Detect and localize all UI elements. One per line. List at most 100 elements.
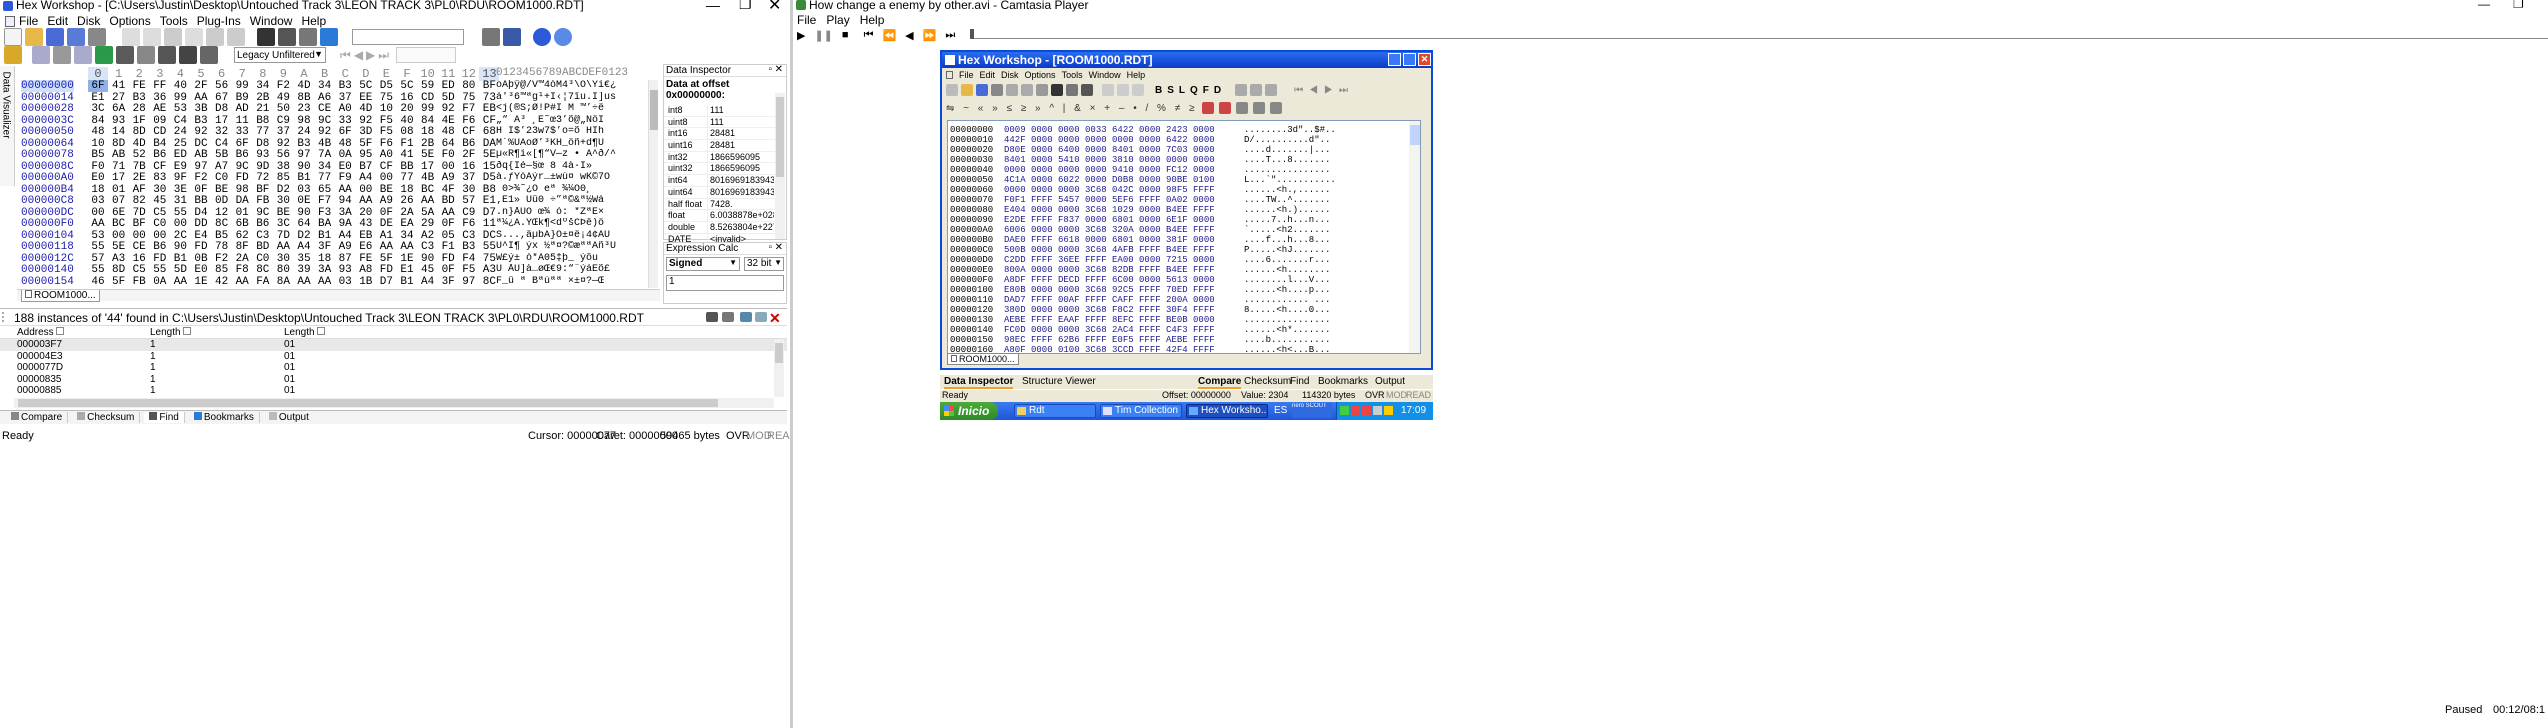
hex-byte[interactable]: 5C <box>356 80 376 92</box>
inner-menu-tools[interactable]: Tools <box>1062 70 1083 80</box>
inner-tool-icon[interactable] <box>976 84 988 96</box>
hex-byte[interactable]: 71 <box>109 161 129 173</box>
inspector-row[interactable]: double 8.5263804e+227 <box>664 221 776 234</box>
hex-byte[interactable]: D7 <box>376 276 396 288</box>
hex-byte[interactable]: A4 <box>294 241 314 253</box>
inspector-scrollbar[interactable] <box>775 93 785 239</box>
hex-byte[interactable]: 5F <box>376 253 396 265</box>
hex-byte[interactable]: CE <box>129 241 149 253</box>
hex-byte[interactable]: 3B <box>191 103 211 115</box>
hex-byte[interactable]: 00 <box>170 218 190 230</box>
tab-bookmarks[interactable]: Bookmarks <box>189 412 260 423</box>
hex-row-ascii[interactable]: U ÅU]à…øŒ€9:“¨ýáEõ£ <box>496 264 646 275</box>
player-minimize-button[interactable]: — <box>2478 0 2490 11</box>
hex-byte[interactable]: DA <box>232 195 252 207</box>
inner-hex-editor[interactable]: 00000000 0009 0000 0000 0033 6422 0000 24… <box>947 120 1421 354</box>
hex-row-ascii[interactable]: M´%ÜÄoØ’³KH_öñ+d¶Ú <box>496 138 646 149</box>
inner-tool-icon[interactable] <box>1117 84 1129 96</box>
tab-find[interactable]: Find <box>144 412 185 423</box>
player-maximize-button[interactable]: ❐ <box>2513 0 2524 11</box>
inner-hex-row[interactable]: 00000050 4C1A 0000 6022 0000 D0B8 0000 90… <box>948 175 1420 185</box>
inner-tool-icon[interactable] <box>1250 84 1263 96</box>
hex-byte[interactable]: BE <box>376 184 396 196</box>
hex-byte[interactable]: 6F <box>232 138 252 150</box>
inner-hex-row[interactable]: 00000010 442F 0000 0000 0000 0000 0000 64… <box>948 135 1420 145</box>
hex-row-ascii[interactable]: à.ƒŸòÀýr…±wù¤ wK©7Õ <box>496 172 646 183</box>
hex-byte[interactable]: B1 <box>170 253 190 265</box>
hex-byte[interactable]: 26 <box>397 195 417 207</box>
hex-byte[interactable]: F5 <box>376 126 396 138</box>
hex-byte[interactable]: 30 <box>273 253 293 265</box>
hex-byte[interactable]: 4D <box>294 80 314 92</box>
hex-byte[interactable]: C3 <box>459 230 479 242</box>
op-icon-1[interactable] <box>32 46 50 64</box>
save-all-icon[interactable] <box>67 28 85 46</box>
hex-byte[interactable]: 2F <box>191 80 211 92</box>
inner-hex-row[interactable]: 00000000 0009 0000 0000 0033 6422 0000 24… <box>948 125 1420 135</box>
stop-icon[interactable]: ■ <box>842 29 849 41</box>
hex-byte[interactable]: 90 <box>294 207 314 219</box>
inner-hex-row[interactable]: 00000150 98EC FFFF 62B6 FFFF E0F5 FFFF AE… <box>948 335 1420 345</box>
hex-byte[interactable]: AA <box>356 195 376 207</box>
inner-tool-icon[interactable] <box>946 84 958 96</box>
hex-byte[interactable]: 3C <box>88 103 108 115</box>
calc-input[interactable]: 1 <box>666 275 784 291</box>
hex-byte[interactable]: 5E <box>109 241 129 253</box>
hex-byte[interactable]: 4B <box>315 138 335 150</box>
hex-byte[interactable]: 98 <box>232 184 252 196</box>
inner-hex-row[interactable]: 00000040 0000 0000 0000 0000 9410 0000 FC… <box>948 165 1420 175</box>
hex-byte[interactable]: CF <box>376 161 396 173</box>
results-row[interactable]: 0000077D 1 01 <box>0 362 787 374</box>
inner-op-icons[interactable]: ⇋ ~ « » ≤ ≥ » ^ | & × + – • / % ≠ ≥ <box>946 103 1197 114</box>
hex-byte[interactable]: B3 <box>459 241 479 253</box>
inspector-row[interactable]: uint648016969183943... <box>664 186 776 199</box>
inspector-row[interactable]: uint32 1866596095 <box>664 163 776 176</box>
hex-row-ascii[interactable]: á'³6™ªg¹+I‹¦7îu.Í]us <box>496 92 646 103</box>
inner-tab-structure-viewer[interactable]: Structure Viewer <box>1022 376 1096 387</box>
hex-byte[interactable]: 92 <box>191 126 211 138</box>
inner-hex-row[interactable]: 000000E0 800A 0000 0000 3C68 82DB FFFF B4… <box>948 265 1420 275</box>
inner-hex-row[interactable]: 000000B0 DAE0 FFFF 6618 0000 6801 0000 38… <box>948 235 1420 245</box>
inner-nav-icons[interactable]: ⏮◀▶⏭ <box>1294 85 1354 96</box>
hex-byte[interactable]: 33 <box>232 126 252 138</box>
hex-byte[interactable]: 92 <box>273 138 293 150</box>
hex-row-ascii[interactable]: ¯0>¾˜¿Ò eª ¾¼O0¸ <box>496 184 646 195</box>
hex-byte[interactable]: 24 <box>170 126 190 138</box>
hex-byte[interactable]: 4D <box>356 103 376 115</box>
hex-byte[interactable]: 46 <box>88 276 108 288</box>
hex-byte[interactable]: 24 <box>294 126 314 138</box>
hex-byte[interactable]: AA <box>191 92 211 104</box>
hex-byte[interactable]: 4F <box>438 184 458 196</box>
hex-byte[interactable]: 3E <box>170 184 190 196</box>
hex-byte[interactable]: FB <box>253 195 273 207</box>
hex-byte[interactable]: 77 <box>253 126 273 138</box>
hex-byte[interactable]: DD <box>191 218 211 230</box>
hex-byte[interactable]: 48 <box>88 126 108 138</box>
hex-byte[interactable]: 49 <box>273 92 293 104</box>
hex-byte[interactable]: 25 <box>170 138 190 150</box>
hex-byte[interactable]: 27 <box>109 92 129 104</box>
nav-next-icon[interactable]: ▶ <box>366 48 375 62</box>
hex-byte[interactable]: 00 <box>88 207 108 219</box>
hex-byte[interactable]: BE <box>212 184 232 196</box>
hex-byte[interactable]: 11 <box>232 115 252 127</box>
hex-byte[interactable]: 77 <box>315 172 335 184</box>
hex-byte[interactable]: E0 <box>191 264 211 276</box>
inner-tool-icon[interactable] <box>1081 84 1093 96</box>
hex-byte[interactable]: BB <box>191 195 211 207</box>
hex-byte[interactable]: 5E <box>418 149 438 161</box>
inner-minimize-button[interactable] <box>1388 53 1401 66</box>
pin-icon[interactable]: ▫ <box>768 64 772 75</box>
hex-byte[interactable]: 12 <box>212 207 232 219</box>
hex-byte[interactable]: 37 <box>459 172 479 184</box>
hex-byte[interactable]: 00 <box>109 230 129 242</box>
find-next-icon[interactable] <box>722 312 734 322</box>
hex-byte[interactable]: BF <box>129 218 149 230</box>
hex-byte[interactable]: 18 <box>418 126 438 138</box>
hex-byte[interactable]: 9C <box>232 161 252 173</box>
hex-byte[interactable]: B6 <box>253 218 273 230</box>
hex-editor[interactable]: 0 1 2 3 4 5 6 7 8 9 A B C D E F 10 11 12 13 0123456789ABCDEF… <box>17 66 660 288</box>
play-icon[interactable]: ▶ <box>797 29 805 42</box>
hex-byte[interactable]: 8A <box>273 276 293 288</box>
hex-byte[interactable]: D4 <box>191 207 211 219</box>
